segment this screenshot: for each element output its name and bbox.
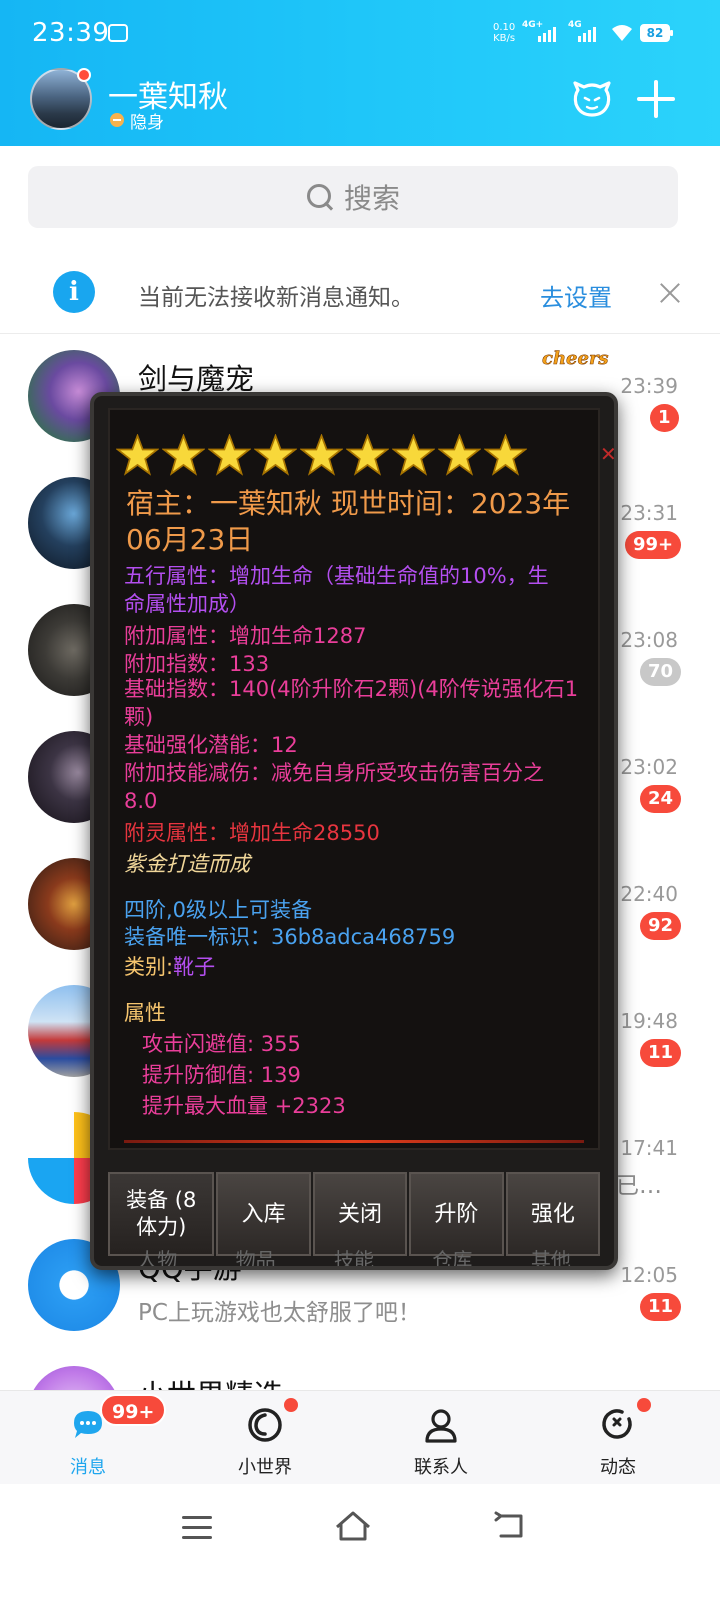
spirit-attr: 附灵属性：增加生命28550 (124, 821, 380, 845)
attr-defense: 提升防御值: 139 (142, 1063, 301, 1087)
popup-close-mark: ✕ (600, 442, 617, 466)
base-index: 基础指数：140(4阶升阶石2颗)(4阶传说强化石1颗) (124, 677, 579, 729)
star-icon (208, 434, 251, 476)
go-settings-link[interactable]: 去设置 (540, 278, 612, 313)
nav-label: 消息 (70, 1457, 106, 1478)
star-icon (116, 434, 159, 476)
conv-time: 19:48 (620, 1009, 678, 1033)
conv-time: 23:02 (620, 755, 678, 779)
search-icon (306, 183, 334, 211)
system-navigation-bar (0, 1484, 720, 1600)
conv-time: 12:05 (620, 1263, 678, 1287)
unread-badge: 99+ (625, 531, 682, 559)
app-header: 23:39 0.10 KB/s 4G+ 4G 82 一葉知秋 隐身 (0, 0, 720, 146)
conv-time: 23:39 (620, 374, 678, 398)
moments-icon (602, 1409, 632, 1439)
add-plus-icon[interactable] (637, 80, 675, 118)
tab-warehouse[interactable]: 仓库 (403, 1244, 501, 1266)
star-icon (162, 434, 205, 476)
user-nickname[interactable]: 一葉知秋 (108, 72, 228, 116)
category-label: 类别: (124, 955, 174, 979)
cheers-tag: cheers (542, 348, 609, 370)
unread-badge: 24 (640, 785, 682, 813)
menu-icon[interactable] (182, 1516, 212, 1539)
search-placeholder: 搜索 (343, 182, 400, 215)
unread-badge: 1 (650, 404, 679, 432)
close-icon[interactable] (659, 282, 681, 304)
battery-indicator: 82 (640, 24, 673, 42)
tab-skills[interactable]: 技能 (305, 1244, 403, 1266)
item-detail-popup: ✕ 宿主：一葉知秋 现世时间：2023年06月23日 五行属性：增加生命（基础生… (90, 392, 618, 1270)
attributes-header: 属性 (124, 1001, 166, 1025)
nav-label: 动态 (600, 1457, 636, 1478)
notice-text: 当前无法接收新消息通知。 (138, 285, 414, 311)
nav-moments[interactable]: 动态 (558, 1391, 678, 1485)
conv-preview: 已… (616, 1173, 662, 1199)
divider (124, 1140, 584, 1143)
unread-badge: 92 (640, 912, 682, 940)
conv-title: 小世界精选 (138, 1372, 283, 1390)
small-world-icon (248, 1408, 282, 1442)
unread-badge: 11 (640, 1039, 682, 1067)
attr-dodge: 攻击闪避值: 355 (142, 1032, 301, 1056)
star-icon (254, 434, 297, 476)
wifi-icon (612, 25, 632, 41)
pet-icon[interactable] (572, 80, 612, 118)
wuxing-attr: 五行属性：增加生命（基础生命值的10%，生命属性加成） (124, 564, 549, 616)
list-item[interactable]: 小世界精选 (0, 1350, 720, 1390)
network-speed: 0.10 KB/s (493, 22, 515, 44)
unread-badge: 11 (640, 1293, 682, 1321)
owner-line: 宿主：一葉知秋 现世时间：2023年06月23日 (126, 487, 571, 556)
moments-dot (637, 1398, 651, 1412)
category-value: 靴子 (173, 955, 216, 979)
star-icon (346, 434, 389, 476)
conv-time: 22:40 (620, 882, 678, 906)
tab-other[interactable]: 其他 (502, 1244, 600, 1266)
star-icon (300, 434, 343, 476)
star-rating (116, 434, 527, 477)
signal-icon-2 (578, 24, 596, 42)
tab-items[interactable]: 物品 (206, 1244, 304, 1266)
star-icon (484, 434, 527, 476)
unread-badge: 70 (640, 658, 682, 686)
notification-warning-banner: i 当前无法接收新消息通知。 去设置 (0, 250, 720, 334)
conv-time: 23:08 (620, 628, 678, 652)
back-icon[interactable] (493, 1510, 527, 1540)
equip-unique-id: 装备唯一标识：36b8adca468759 (124, 925, 456, 949)
home-icon[interactable] (334, 1510, 372, 1542)
status-time: 23:39 (32, 18, 110, 48)
search-bar[interactable]: 搜索 (28, 166, 678, 228)
contacts-icon (425, 1409, 457, 1443)
extra-index: 附加指数：133 (124, 652, 270, 676)
conv-time: 17:41 (620, 1136, 678, 1160)
nav-label: 联系人 (414, 1457, 468, 1478)
category-row: 类别:靴子 (124, 951, 215, 981)
game-tabs: 人物 物品 技能 仓库 其他 (108, 1244, 600, 1266)
base-potential: 基础强化潜能：12 (124, 733, 298, 757)
avatar (28, 1366, 120, 1390)
notification-app-icon (108, 24, 128, 42)
star-icon (392, 434, 435, 476)
skill-damage-reduction: 附加技能减伤：减免自身所受攻击伤害百分之8.0 (124, 761, 544, 813)
equip-requirement: 四阶,0级以上可装备 (124, 898, 313, 922)
tab-character[interactable]: 人物 (108, 1244, 206, 1266)
network-speed-value: 0.10 (493, 22, 516, 33)
small-world-dot (284, 1398, 298, 1412)
extra-attr: 附加属性：增加生命1287 (124, 624, 367, 648)
nav-small-world[interactable]: 小世界 (205, 1391, 325, 1485)
avatar-notification-dot (77, 68, 91, 82)
network-speed-unit: KB/s (493, 33, 516, 44)
info-icon: i (53, 271, 95, 313)
conv-time: 23:31 (620, 501, 678, 525)
messages-badge: 99+ (100, 1394, 167, 1426)
forged-by: 紫金打造而成 (124, 852, 250, 876)
invisible-status-icon (110, 113, 124, 127)
nav-contacts[interactable]: 联系人 (381, 1391, 501, 1485)
conv-preview: PC上玩游戏也太舒服了吧！ (138, 1300, 421, 1326)
star-icon (438, 434, 481, 476)
attr-max-hp: 提升最大血量 +2323 (142, 1094, 346, 1118)
signal-icon (538, 24, 556, 42)
nav-label: 小世界 (238, 1457, 292, 1478)
online-status[interactable]: 隐身 (130, 108, 164, 133)
